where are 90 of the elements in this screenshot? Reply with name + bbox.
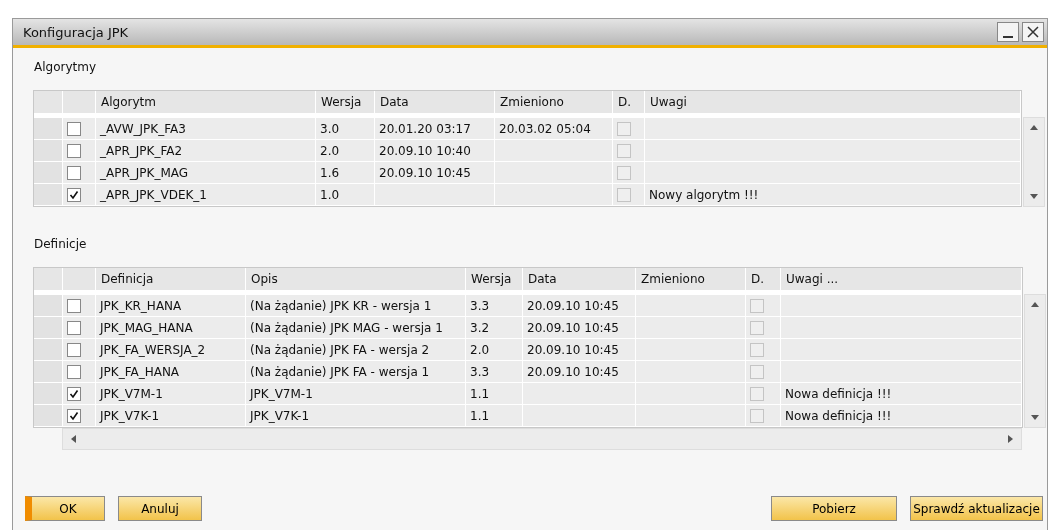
column-header[interactable]: Uwagi: [645, 91, 1021, 113]
table-cell: JPK_FA_HANA: [96, 361, 246, 383]
checkbox[interactable]: [750, 364, 764, 379]
horizontal-scrollbar[interactable]: [62, 428, 1022, 450]
table-cell: 3.3: [466, 361, 523, 383]
table-cell: JPK_KR_HANA: [96, 295, 246, 317]
table-cell: 1.6: [316, 162, 375, 184]
table-cell: Nowa definicja !!!: [781, 405, 1022, 427]
checkbox[interactable]: [617, 187, 631, 202]
table-cell: (Na żądanie) JPK FA - wersja 1: [246, 361, 466, 383]
table-cell: 20.09.10 10:45: [523, 361, 636, 383]
column-header[interactable]: Definicja: [96, 268, 246, 290]
dialog-button[interactable]: Pobierz: [771, 496, 897, 521]
column-header[interactable]: Wersja: [466, 268, 523, 290]
table-cell: 1.1: [466, 405, 523, 427]
table-cell: JPK_V7K-1: [246, 405, 466, 427]
checkbox[interactable]: [67, 386, 81, 401]
dialog-button[interactable]: Anuluj: [118, 496, 202, 521]
checkbox[interactable]: [750, 342, 764, 357]
checkbox[interactable]: [67, 320, 81, 335]
table-cell: _APR_JPK_FA2: [96, 140, 316, 162]
close-button[interactable]: [1022, 22, 1044, 42]
column-header[interactable]: Data: [375, 91, 495, 113]
window-title: Konfiguracja JPK: [23, 24, 130, 40]
minimize-icon: [1003, 35, 1013, 38]
right-arrow-icon[interactable]: [1007, 434, 1015, 444]
checkbox[interactable]: [67, 342, 81, 357]
table-cell: (Na żądanie) JPK FA - wersja 2: [246, 339, 466, 361]
checkbox[interactable]: [67, 165, 81, 180]
section-label: Algorytmy: [34, 60, 98, 74]
table-cell: 1.0: [316, 184, 375, 206]
section-label: Definicje: [34, 237, 88, 251]
down-arrow-icon[interactable]: [1029, 193, 1039, 201]
column-header[interactable]: Zmieniono: [495, 91, 613, 113]
checkbox[interactable]: [67, 298, 81, 313]
table-cell: 2.0: [466, 339, 523, 361]
table-cell: 1.1: [466, 383, 523, 405]
dialog-button[interactable]: OK: [25, 496, 105, 521]
checkbox[interactable]: [67, 408, 81, 423]
table-cell: 20.01.20 03:17: [375, 118, 495, 140]
table-cell: Nowa definicja !!!: [781, 383, 1022, 405]
table-cell: 3.0: [316, 118, 375, 140]
table-cell: 20.09.10 10:45: [523, 339, 636, 361]
table-cell: 20.09.10 10:45: [375, 162, 495, 184]
checkbox[interactable]: [67, 121, 81, 136]
table-cell: 20.09.10 10:45: [523, 295, 636, 317]
up-arrow-icon[interactable]: [1030, 300, 1040, 308]
column-header[interactable]: D.: [613, 91, 645, 113]
table-cell: (Na żądanie) JPK KR - wersja 1: [246, 295, 466, 317]
column-header[interactable]: Algorytm: [96, 91, 316, 113]
table-cell: 20.09.10 10:40: [375, 140, 495, 162]
column-header[interactable]: Uwagi ...: [781, 268, 1022, 290]
column-header[interactable]: Data: [523, 268, 636, 290]
table-cell: 2.0: [316, 140, 375, 162]
down-arrow-icon[interactable]: [1030, 414, 1040, 422]
table-cell: 3.3: [466, 295, 523, 317]
table-cell: 20.03.02 05:04: [495, 118, 613, 140]
checkbox[interactable]: [750, 320, 764, 335]
checkbox[interactable]: [67, 187, 81, 202]
table-cell: JPK_V7M-1: [246, 383, 466, 405]
checkbox[interactable]: [67, 143, 81, 158]
checkbox[interactable]: [617, 121, 631, 136]
table-cell: _APR_JPK_MAG: [96, 162, 316, 184]
column-header[interactable]: Zmieniono: [636, 268, 746, 290]
checkbox[interactable]: [750, 386, 764, 401]
checkbox[interactable]: [750, 408, 764, 423]
minimize-button[interactable]: [997, 22, 1019, 42]
column-header[interactable]: Opis: [246, 268, 466, 290]
dialog-button[interactable]: Sprawdź aktualizacje: [910, 496, 1043, 521]
checkbox[interactable]: [617, 165, 631, 180]
table-cell: _APR_JPK_VDEK_1: [96, 184, 316, 206]
table-cell: 3.2: [466, 317, 523, 339]
table-cell: JPK_V7K-1: [96, 405, 246, 427]
table-cell: _AVW_JPK_FA3: [96, 118, 316, 140]
checkbox[interactable]: [67, 364, 81, 379]
table-cell: (Na żądanie) JPK MAG - wersja 1: [246, 317, 466, 339]
checkbox[interactable]: [750, 298, 764, 313]
table-cell: Nowy algorytm !!!: [645, 184, 1021, 206]
table-cell: JPK_FA_WERSJA_2: [96, 339, 246, 361]
close-icon: [1027, 26, 1039, 38]
up-arrow-icon[interactable]: [1029, 123, 1039, 131]
vertical-scrollbar[interactable]: [1023, 117, 1045, 207]
left-arrow-icon[interactable]: [69, 434, 77, 444]
table-cell: JPK_MAG_HANA: [96, 317, 246, 339]
column-header[interactable]: D.: [746, 268, 781, 290]
checkbox[interactable]: [617, 143, 631, 158]
table-cell: JPK_V7M-1: [96, 383, 246, 405]
table-cell: 20.09.10 10:45: [523, 317, 636, 339]
column-header[interactable]: Wersja: [316, 91, 375, 113]
vertical-scrollbar[interactable]: [1024, 294, 1046, 428]
